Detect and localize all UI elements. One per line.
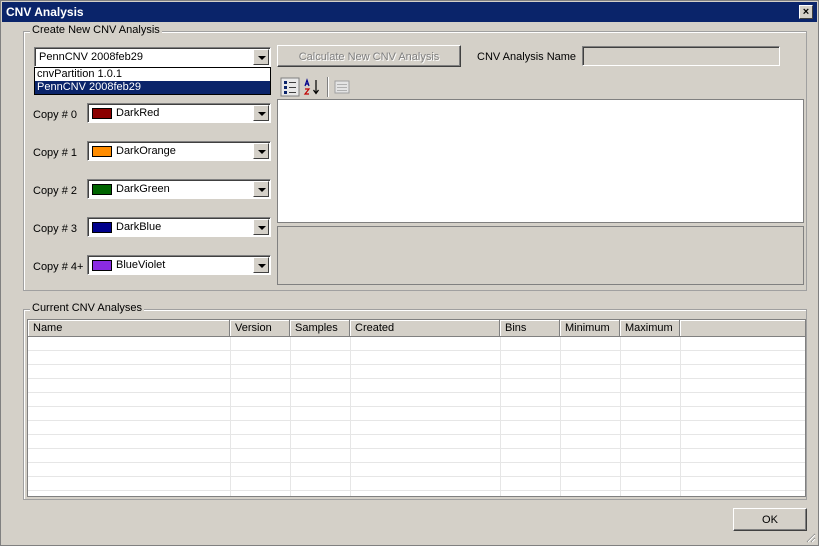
algorithm-option[interactable]: cnvPartition 1.0.1 [35,68,270,81]
column-header-minimum[interactable]: Minimum [560,320,620,337]
ok-button[interactable]: OK [733,508,807,531]
algorithm-select-value: PennCNV 2008feb29 [39,51,143,63]
current-analyses-group-label: Current CNV Analyses [30,302,145,314]
chevron-down-icon[interactable] [253,257,269,273]
table-row[interactable] [28,337,805,351]
table-header: Name Version Samples Created Bins Minimu… [28,320,805,337]
chevron-down-icon[interactable] [253,181,269,197]
chevron-down-icon[interactable] [253,49,269,65]
categorized-icon[interactable] [280,77,300,97]
copy-2-swatch [92,184,112,195]
column-header-filler [680,320,805,337]
table-row[interactable] [28,365,805,379]
table-column-line [560,337,561,496]
table-row[interactable] [28,393,805,407]
create-analysis-group-label: Create New CNV Analysis [30,24,162,36]
algorithm-select[interactable]: PennCNV 2008feb29 [34,47,271,67]
algorithm-option[interactable]: PennCNV 2008feb29 [35,81,270,94]
copy-4plus-label: Copy # 4+ [33,261,84,273]
chevron-down-icon[interactable] [253,105,269,121]
cnv-analysis-dialog: CNV Analysis × Create New CNV Analysis P… [0,0,819,546]
property-grid[interactable] [277,99,804,223]
analysis-name-label: CNV Analysis Name [477,51,577,63]
resize-grip-icon[interactable] [804,531,816,543]
alphabetical-sort-icon[interactable] [302,77,322,97]
calculate-analysis-button[interactable]: Calculate New CNV Analysis [277,45,461,67]
copy-3-label: Copy # 3 [33,223,78,235]
chevron-down-icon[interactable] [253,219,269,235]
table-row[interactable] [28,379,805,393]
copy-1-color-select[interactable]: DarkOrange [87,141,271,161]
table-column-line [500,337,501,496]
table-row[interactable] [28,449,805,463]
column-header-bins[interactable]: Bins [500,320,560,337]
copy-1-label: Copy # 1 [33,147,78,159]
copy-0-swatch [92,108,112,119]
copy-2-label: Copy # 2 [33,185,78,197]
table-row[interactable] [28,435,805,449]
analyses-table[interactable]: Name Version Samples Created Bins Minimu… [27,319,806,497]
table-column-line [620,337,621,496]
column-header-version[interactable]: Version [230,320,290,337]
property-description-pane [277,226,804,285]
column-header-created[interactable]: Created [350,320,500,337]
copy-1-color-name: DarkOrange [116,145,176,157]
table-row[interactable] [28,351,805,365]
column-header-samples[interactable]: Samples [290,320,350,337]
copy-2-color-select[interactable]: DarkGreen [87,179,271,199]
copy-3-color-name: DarkBlue [116,221,162,233]
table-row[interactable] [28,407,805,421]
copy-4plus-swatch [92,260,112,271]
window-title: CNV Analysis [6,5,84,19]
copy-4plus-color-select[interactable]: BlueViolet [87,255,271,275]
copy-0-color-name: DarkRed [116,107,160,119]
copy-3-color-select[interactable]: DarkBlue [87,217,271,237]
copy-4plus-color-name: BlueViolet [116,259,166,271]
table-column-line [350,337,351,496]
property-pages-icon[interactable] [332,77,352,97]
copy-0-color-select[interactable]: DarkRed [87,103,271,123]
copy-0-label: Copy # 0 [33,109,78,121]
table-row[interactable] [28,477,805,491]
table-row[interactable] [28,463,805,477]
table-column-line [680,337,681,496]
close-button[interactable]: × [799,5,813,19]
toolbar-separator [327,77,328,97]
chevron-down-icon[interactable] [253,143,269,159]
algorithm-dropdown-list: cnvPartition 1.0.1 PennCNV 2008feb29 [34,67,271,95]
table-row[interactable] [28,421,805,435]
table-column-line [230,337,231,496]
table-column-line [290,337,291,496]
copy-1-swatch [92,146,112,157]
column-header-name[interactable]: Name [28,320,230,337]
analysis-name-field[interactable] [582,46,780,66]
title-bar: CNV Analysis × [2,2,817,22]
copy-2-color-name: DarkGreen [116,183,170,195]
copy-3-swatch [92,222,112,233]
column-header-maximum[interactable]: Maximum [620,320,680,337]
